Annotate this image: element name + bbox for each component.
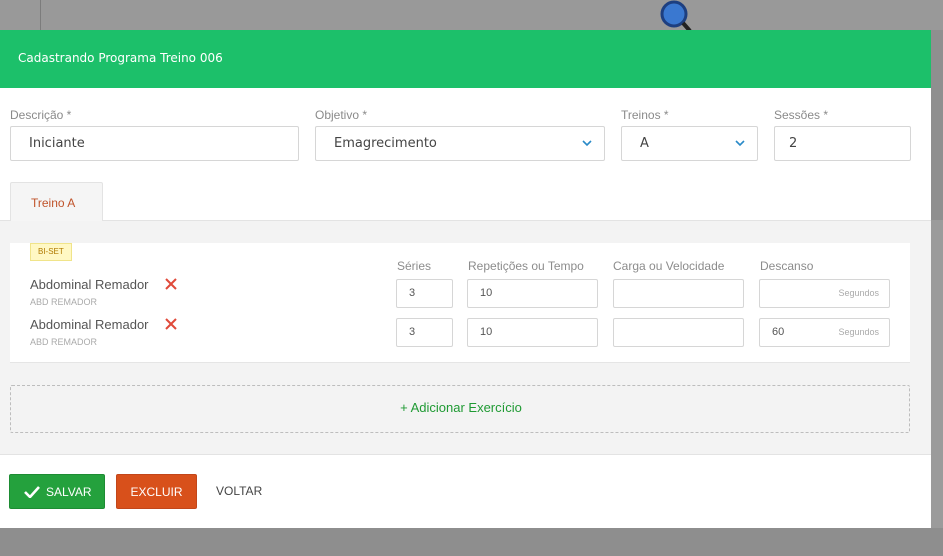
background-divider bbox=[40, 0, 41, 30]
objetivo-label: Objetivo * bbox=[315, 108, 368, 122]
modal-header: Cadastrando Programa Treino 006 bbox=[0, 30, 931, 88]
save-button[interactable]: SALVAR bbox=[9, 474, 105, 509]
back-button[interactable]: VOLTAR bbox=[216, 474, 268, 509]
column-header-series: Séries bbox=[397, 259, 432, 273]
background-page-bottom bbox=[0, 528, 943, 556]
descanso-unit: Segundos bbox=[838, 288, 879, 298]
tab-treino-a[interactable]: Treino A bbox=[10, 182, 103, 222]
carga-input[interactable] bbox=[613, 318, 744, 347]
objetivo-value: Emagrecimento bbox=[334, 136, 437, 151]
background-panel bbox=[931, 220, 943, 528]
tab-label: Treino A bbox=[31, 196, 76, 210]
program-modal: Cadastrando Programa Treino 006 Descriçã… bbox=[0, 30, 931, 528]
close-icon[interactable] bbox=[165, 318, 177, 330]
search-icon bbox=[660, 0, 692, 32]
biset-badge: BI-SET bbox=[30, 243, 72, 261]
treinos-value: A bbox=[640, 136, 649, 151]
exercise-code: ABD REMADOR bbox=[30, 297, 98, 307]
modal-title: Cadastrando Programa Treino 006 bbox=[18, 51, 223, 65]
footer-divider bbox=[0, 454, 931, 455]
series-input[interactable]: 3 bbox=[396, 318, 453, 347]
treinos-label: Treinos * bbox=[621, 108, 669, 122]
column-header-carga: Carga ou Velocidade bbox=[613, 259, 725, 273]
descanso-value: 60 bbox=[772, 326, 785, 338]
descanso-input[interactable]: 60 Segundos bbox=[759, 318, 890, 347]
objetivo-select[interactable]: Emagrecimento bbox=[315, 126, 605, 161]
chevron-down-icon bbox=[582, 140, 592, 147]
add-exercise-button[interactable]: + Adicionar Exercício bbox=[10, 385, 910, 433]
exercise-code: ABD REMADOR bbox=[30, 337, 98, 347]
sessoes-label: Sessões * bbox=[774, 108, 829, 122]
tab-content: BI-SET Séries Repetições ou Tempo Carga … bbox=[0, 221, 931, 454]
background-page bbox=[0, 0, 943, 30]
reps-input[interactable]: 10 bbox=[467, 318, 598, 347]
descricao-label: Descrição * bbox=[10, 108, 72, 122]
exercise-name: Abdominal Remador bbox=[30, 317, 149, 332]
sessoes-input[interactable]: 2 bbox=[774, 126, 911, 161]
descricao-input[interactable]: Iniciante bbox=[10, 126, 299, 161]
chevron-down-icon bbox=[735, 140, 745, 147]
exercise-name: Abdominal Remador bbox=[30, 277, 149, 292]
series-input[interactable]: 3 bbox=[396, 279, 453, 308]
delete-button[interactable]: EXCLUIR bbox=[116, 474, 197, 509]
reps-input[interactable]: 10 bbox=[467, 279, 598, 308]
save-label: SALVAR bbox=[46, 485, 92, 499]
column-header-reps: Repetições ou Tempo bbox=[468, 259, 584, 273]
add-exercise-label: + Adicionar Exercício bbox=[400, 400, 522, 415]
exercise-group-card: BI-SET Séries Repetições ou Tempo Carga … bbox=[10, 243, 910, 363]
descanso-input[interactable]: Segundos bbox=[759, 279, 890, 308]
descanso-unit: Segundos bbox=[838, 327, 879, 337]
carga-input[interactable] bbox=[613, 279, 744, 308]
treinos-select[interactable]: A bbox=[621, 126, 758, 161]
check-icon bbox=[24, 486, 40, 498]
column-header-descanso: Descanso bbox=[760, 259, 814, 273]
close-icon[interactable] bbox=[165, 278, 177, 290]
